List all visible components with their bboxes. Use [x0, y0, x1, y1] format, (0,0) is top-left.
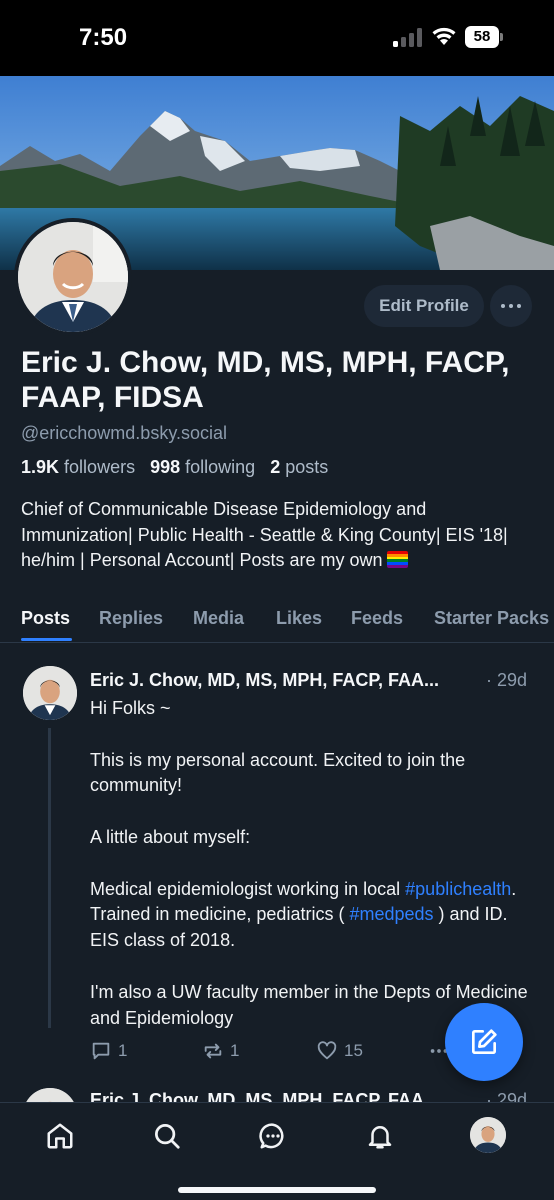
tab-replies[interactable]: Replies	[99, 608, 163, 629]
followers-link[interactable]: 1.9K followers	[21, 457, 135, 477]
edit-profile-button[interactable]: Edit Profile	[364, 285, 484, 327]
hashtag-link-medpeds[interactable]: #medpeds	[349, 904, 433, 924]
profile-tabs: Posts Replies Media Likes Feeds Starter …	[0, 596, 554, 643]
home-indicator[interactable]	[178, 1187, 376, 1193]
profile-avatar[interactable]	[14, 218, 132, 336]
cellular-signal-icon	[393, 27, 423, 47]
bell-icon	[368, 1126, 392, 1149]
like-button[interactable]: 15	[316, 1040, 363, 1062]
chat-icon	[259, 1123, 284, 1149]
feed-post[interactable]: Eric J. Chow, MD, MS, MPH, FACP, FAA... …	[0, 1084, 554, 1104]
nav-search-button[interactable]	[150, 1119, 184, 1153]
nav-profile-avatar[interactable]	[470, 1117, 506, 1153]
tab-feeds[interactable]: Feeds	[351, 608, 403, 629]
bio-text: Chief of Communicable Disease Epidemiolo…	[21, 499, 508, 570]
profile-display-name: Eric J. Chow, MD, MS, MPH, FACP, FAAP, F…	[21, 346, 510, 414]
post-text-line: Medical epidemiologist working in local …	[90, 878, 517, 951]
post-author-avatar[interactable]	[23, 666, 77, 720]
tab-likes[interactable]: Likes	[276, 608, 322, 629]
battery-icon: 58	[465, 26, 504, 48]
tab-media[interactable]: Media	[193, 608, 244, 629]
nav-notifications-button[interactable]	[363, 1119, 397, 1153]
repost-count: 1	[230, 1041, 240, 1060]
compose-post-button[interactable]	[445, 1003, 523, 1081]
heart-icon	[317, 1041, 337, 1060]
hashtag-link-publichealth[interactable]: #publichealth	[405, 879, 511, 899]
post-text-line: This is my personal account. Excited to …	[90, 749, 466, 796]
following-link[interactable]: 998 following	[150, 457, 255, 477]
repost-icon	[204, 1043, 222, 1059]
repost-button[interactable]: 1	[202, 1040, 239, 1062]
reply-icon	[92, 1042, 110, 1060]
status-bar: 7:50 58	[0, 0, 554, 76]
ellipsis-icon	[501, 304, 505, 308]
home-icon	[47, 1123, 73, 1149]
nav-home-button[interactable]	[43, 1119, 77, 1153]
profile-stats: 1.9K followers 998 following 2 posts	[21, 457, 328, 478]
post-actions: 1 1 15	[90, 1040, 490, 1064]
tab-posts[interactable]: Posts	[21, 608, 70, 629]
post-author-name[interactable]: Eric J. Chow, MD, MS, MPH, FACP, FAA...	[90, 670, 475, 691]
compose-icon	[472, 1029, 497, 1054]
tab-starter-packs[interactable]: Starter Packs	[434, 608, 549, 629]
active-tab-indicator	[21, 638, 72, 641]
like-count: 15	[344, 1041, 363, 1060]
thread-line	[48, 728, 51, 1028]
more-options-button[interactable]	[490, 285, 532, 327]
posts-count: 2 posts	[270, 457, 329, 477]
post-body: Hi Folks ~ This is my personal account. …	[90, 696, 535, 1031]
nav-chat-button[interactable]	[256, 1119, 290, 1153]
search-icon	[155, 1124, 180, 1149]
rainbow-flag-icon	[386, 551, 408, 568]
battery-level: 58	[465, 26, 499, 48]
post-text-line: Hi Folks ~	[90, 698, 171, 718]
reply-button[interactable]: 1	[90, 1040, 127, 1062]
wifi-icon	[432, 27, 456, 45]
status-time: 7:50	[79, 24, 128, 51]
profile-handle: @ericchowmd.bsky.social	[21, 423, 227, 443]
profile-bio: Chief of Communicable Disease Epidemiolo…	[21, 497, 541, 574]
post-timestamp: · 29d	[486, 670, 528, 690]
bottom-navigation	[0, 1102, 554, 1200]
post-text-line: A little about myself:	[90, 826, 251, 847]
reply-count: 1	[118, 1041, 128, 1060]
